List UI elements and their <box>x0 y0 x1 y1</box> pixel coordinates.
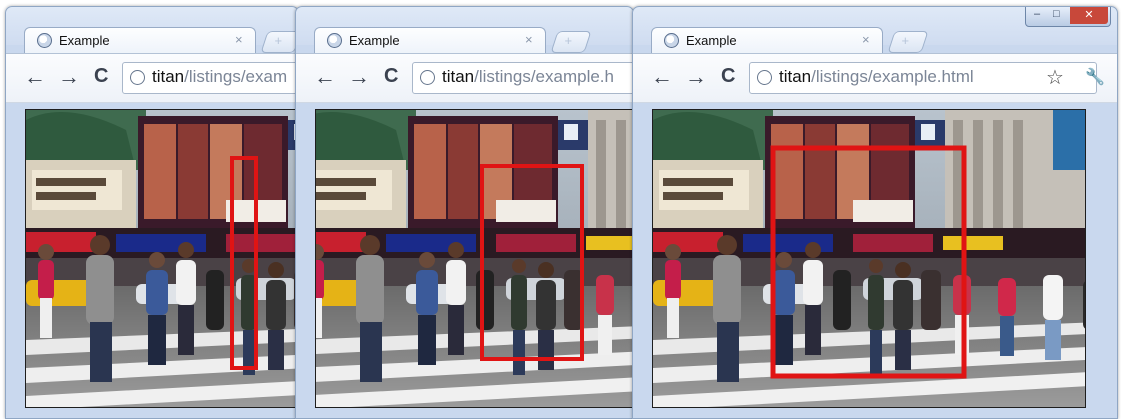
reload-button[interactable]: C <box>384 65 398 88</box>
tracking-box-overlay <box>770 145 967 379</box>
video-viewport <box>315 109 633 408</box>
forward-button[interactable]: → <box>685 64 707 90</box>
tracking-box-overlay <box>480 164 584 361</box>
url-text: titan/listings/example.h <box>442 67 614 86</box>
forward-button[interactable]: → <box>348 64 370 90</box>
reload-button[interactable]: C <box>94 65 108 88</box>
new-tab-icon: + <box>901 33 910 48</box>
maximize-button[interactable]: □ <box>1053 8 1060 20</box>
video-viewport <box>652 109 1086 408</box>
back-button[interactable]: ← <box>314 64 336 90</box>
close-tab-icon[interactable]: × <box>525 32 533 47</box>
tab-label: Example <box>686 33 737 48</box>
browser-window-3: – □ ✕ Example × + ← → C titan/listings/e… <box>632 6 1118 419</box>
new-tab-icon: + <box>564 33 573 48</box>
window-controls: – □ ✕ <box>1025 7 1111 27</box>
wrench-icon[interactable]: 🔧 <box>1085 67 1105 87</box>
minimize-button[interactable]: – <box>1034 8 1040 20</box>
new-tab-icon: + <box>274 33 283 48</box>
page-icon <box>37 33 52 48</box>
forward-button[interactable]: → <box>58 64 80 90</box>
globe-icon <box>757 70 772 85</box>
close-tab-icon[interactable]: × <box>862 32 870 47</box>
address-bar[interactable]: titan/listings/example.h <box>412 62 633 94</box>
tracking-box <box>230 156 258 370</box>
tracking-box <box>480 164 584 361</box>
toolbar: ← → C titan/listings/example.h <box>296 53 633 103</box>
browser-window-2: Example × + ← → C titan/listings/example… <box>295 6 634 419</box>
tab-example[interactable]: Example × <box>24 27 256 54</box>
globe-icon <box>130 70 145 85</box>
url-text: titan/listings/exam <box>152 67 288 86</box>
back-button[interactable]: ← <box>651 64 673 90</box>
address-bar[interactable]: titan/listings/exam <box>122 62 298 94</box>
tab-example[interactable]: Example × <box>314 27 546 54</box>
page-icon <box>327 33 342 48</box>
new-tab-button[interactable]: + <box>550 31 592 53</box>
toolbar: ← → C titan/listings/example.html ☆ 🔧 <box>633 53 1117 103</box>
tracking-box <box>770 145 967 379</box>
tab-label: Example <box>349 33 400 48</box>
new-tab-button[interactable]: + <box>260 31 298 53</box>
video-viewport <box>25 109 298 408</box>
reload-button[interactable]: C <box>721 65 735 88</box>
back-button[interactable]: ← <box>24 64 46 90</box>
tab-label: Example <box>59 33 110 48</box>
page-icon <box>664 33 679 48</box>
url-text: titan/listings/example.html <box>779 67 974 86</box>
tracking-box-overlay <box>230 156 258 370</box>
close-tab-icon[interactable]: × <box>235 32 243 47</box>
bookmark-star-icon[interactable]: ☆ <box>1046 65 1064 90</box>
globe-icon <box>420 70 435 85</box>
tab-example[interactable]: Example × <box>651 27 883 54</box>
toolbar: ← → C titan/listings/exam <box>6 53 298 103</box>
close-window-button[interactable]: ✕ <box>1070 7 1108 24</box>
new-tab-button[interactable]: + <box>887 31 929 53</box>
address-bar[interactable]: titan/listings/example.html ☆ <box>749 62 1097 94</box>
browser-window-1: Example × + ← → C titan/listings/exam <box>5 6 299 419</box>
